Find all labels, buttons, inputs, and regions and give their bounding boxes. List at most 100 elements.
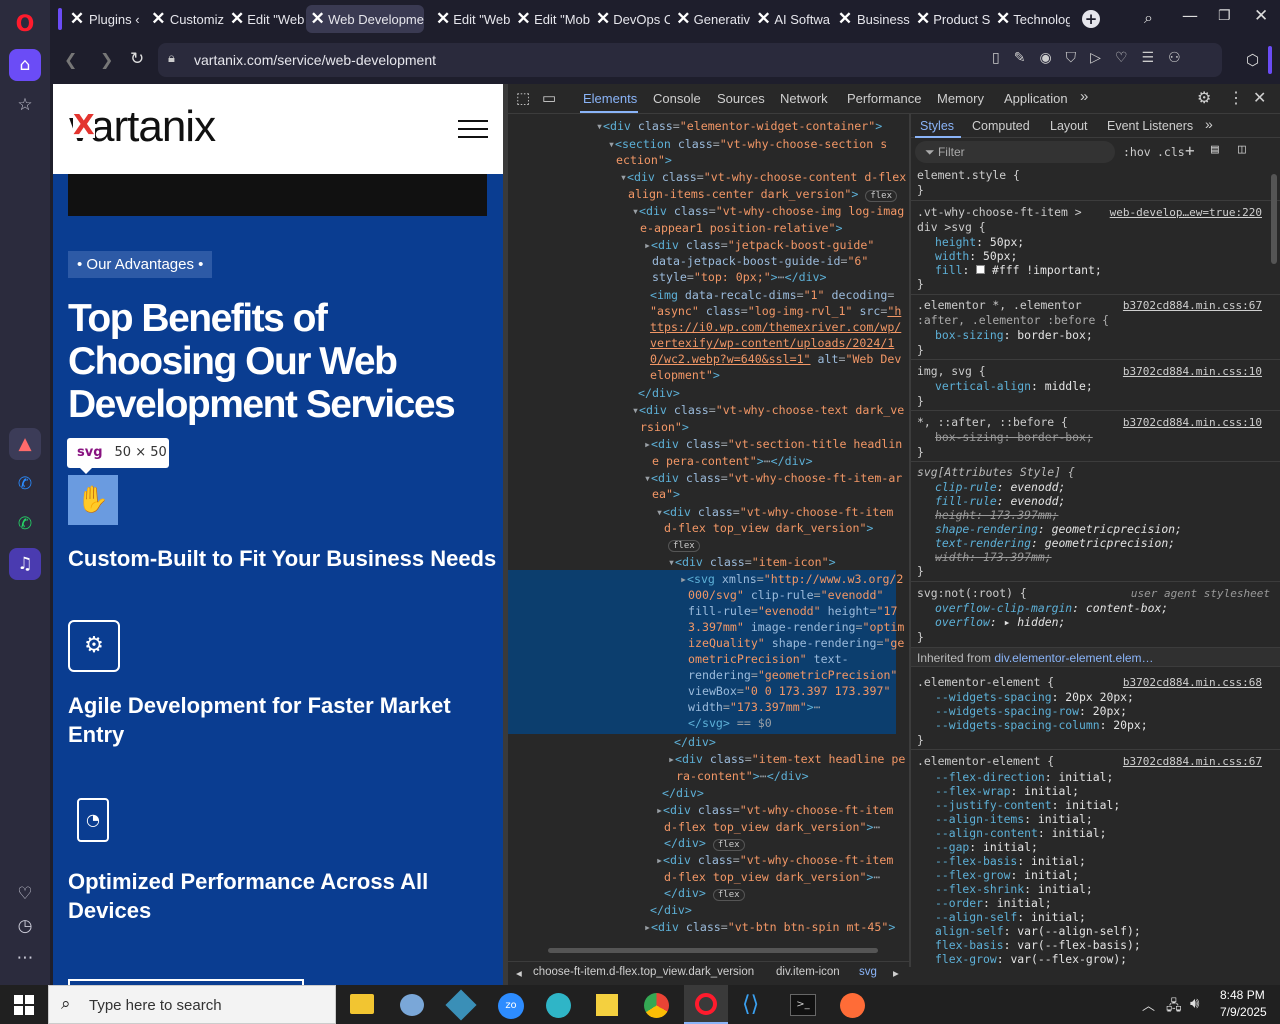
- more-tabs-icon[interactable]: »: [1080, 88, 1088, 105]
- tab-event-listeners[interactable]: Event Listeners: [1107, 119, 1193, 133]
- dom-line[interactable]: 0/wc2.webp?w=640&ssl=1" alt="Web Dev: [650, 351, 901, 367]
- hov-toggle[interactable]: :hov: [1123, 145, 1151, 159]
- dom-line[interactable]: ▾<div class="elementor-widget-container"…: [596, 118, 882, 134]
- player-icon[interactable]: ♫: [9, 548, 41, 580]
- tab-styles[interactable]: Styles: [920, 119, 954, 133]
- dom-line[interactable]: ▾<div class="vt-why-choose-content d-fle…: [620, 169, 906, 185]
- dom-line[interactable]: ▾<div class="vt-why-choose-img log-imag: [632, 203, 904, 219]
- css-source-link[interactable]: b3702cd884.min.css:67: [1123, 755, 1262, 768]
- aria-icon[interactable]: ▲: [9, 428, 41, 460]
- tab-technology[interactable]: ✕ Technolog: [992, 5, 1070, 33]
- sidebar-toggle-icon[interactable]: ◫: [1238, 142, 1246, 157]
- sticky-notes-icon[interactable]: [596, 994, 618, 1016]
- star-icon[interactable]: ☆: [9, 89, 41, 121]
- vscode-icon[interactable]: ⟨⟩: [742, 993, 766, 1017]
- dom-line[interactable]: ttps://i0.wp.com/themexriver.com/wp/: [650, 319, 901, 335]
- css-source-link[interactable]: b3702cd884.min.css:10: [1123, 365, 1262, 378]
- tab-ai-software[interactable]: ✕ AI Softwa: [752, 5, 830, 33]
- tab-layout[interactable]: Layout: [1050, 119, 1088, 133]
- paint-icon[interactable]: [400, 994, 424, 1016]
- tab-edit-mob[interactable]: ✕ Edit "Mob: [512, 5, 590, 33]
- dom-line[interactable]: ▸<div class="vt-why-choose-ft-item: [656, 802, 893, 818]
- profile-icon[interactable]: ⚇: [1168, 50, 1195, 66]
- tab-network[interactable]: Network: [780, 91, 828, 106]
- dom-line[interactable]: ▸<div class="vt-btn btn-spin mt-45">: [644, 919, 895, 935]
- app-icon[interactable]: [445, 989, 477, 1021]
- postman-icon[interactable]: [840, 993, 865, 1018]
- minimize-button[interactable]: —: [1182, 6, 1198, 25]
- tab-product[interactable]: ✕ Product S: [912, 5, 990, 33]
- dom-line[interactable]: ▾<div class="vt-why-choose-ft-item-ar: [644, 470, 902, 486]
- tray-chevron-icon[interactable]: ︿: [1142, 995, 1155, 1014]
- maximize-button[interactable]: ❐: [1218, 8, 1231, 24]
- css-source-link[interactable]: web-develop…ew=true:220: [1110, 206, 1262, 219]
- tab-computed[interactable]: Computed: [972, 119, 1030, 133]
- breadcrumb-right-arrow[interactable]: ▸: [893, 966, 899, 980]
- hamburger-menu-icon[interactable]: [458, 120, 488, 138]
- opera-taskbar-icon[interactable]: [684, 985, 728, 1024]
- tab-business[interactable]: ✕ Business: [832, 5, 910, 33]
- more-style-tabs-icon[interactable]: »: [1205, 116, 1213, 132]
- dom-line[interactable]: ▸<div class="vt-why-choose-ft-item: [656, 852, 893, 868]
- reader-icon[interactable]: ▯: [992, 50, 1014, 66]
- messenger-icon[interactable]: ✆: [9, 468, 41, 500]
- close-window-button[interactable]: ✕: [1254, 6, 1268, 26]
- tab-elements[interactable]: Elements: [583, 91, 637, 106]
- edit-icon[interactable]: ✎: [1014, 50, 1040, 66]
- tab-plugins[interactable]: ✕ Plugins ‹: [64, 5, 144, 33]
- dom-line[interactable]: ▸<div class="vt-section-title headlin: [644, 436, 902, 452]
- volume-icon[interactable]: 🔊︎: [1190, 994, 1199, 1012]
- dom-line[interactable]: ▸<div class="jetpack-boost-guide": [644, 237, 874, 253]
- cls-toggle[interactable]: .cls: [1157, 145, 1185, 159]
- search-tabs-icon[interactable]: ⌕: [1144, 8, 1153, 28]
- chrome-icon[interactable]: [644, 993, 669, 1018]
- styles-scrollbar[interactable]: [1271, 174, 1277, 264]
- more-icon[interactable]: ⋯: [9, 942, 41, 974]
- heart-icon[interactable]: ♡: [1115, 50, 1142, 66]
- tab-edit-web-2[interactable]: ✕ Edit "Web: [432, 5, 510, 33]
- windows-start-icon[interactable]: [14, 995, 34, 1015]
- zoom-icon[interactable]: zo: [498, 993, 524, 1019]
- reload-icon[interactable]: ↻: [130, 49, 144, 69]
- dom-line[interactable]: ▾<div class="item-icon">: [668, 554, 836, 570]
- whatsapp-icon[interactable]: ✆: [9, 508, 41, 540]
- breadcrumb-item[interactable]: div.item-icon: [776, 966, 840, 978]
- new-rule-icon[interactable]: +: [1185, 141, 1195, 160]
- tab-performance[interactable]: Performance: [847, 91, 921, 106]
- taskbar-search[interactable]: ⌕ Type here to search: [48, 985, 336, 1024]
- play-icon[interactable]: ▷: [1090, 50, 1115, 66]
- dom-line[interactable]: <img data-recalc-dims="1" decoding=: [650, 287, 894, 303]
- filter-input[interactable]: ⏷ Filter: [915, 141, 1115, 163]
- tab-sources[interactable]: Sources: [717, 91, 765, 106]
- history-icon[interactable]: ◷: [9, 910, 41, 942]
- inspect-icon[interactable]: ⬚: [516, 89, 530, 107]
- dom-line[interactable]: ▸<svg xmlns="http://www.w3.org/2: [680, 571, 903, 587]
- css-source-link[interactable]: b3702cd884.min.css:68: [1123, 676, 1262, 689]
- css-source-link[interactable]: b3702cd884.min.css:67: [1123, 299, 1262, 312]
- network-icon[interactable]: 🖧︎: [1166, 995, 1182, 1019]
- tab-memory[interactable]: Memory: [937, 91, 984, 106]
- camera-icon[interactable]: ◉: [1039, 50, 1065, 66]
- extensions-icon[interactable]: ⬡: [1246, 51, 1259, 69]
- dom-line[interactable]: vertexify/wp-content/uploads/2024/1: [650, 335, 894, 351]
- device-toggle-icon[interactable]: ▭: [542, 89, 556, 107]
- file-explorer-icon[interactable]: [350, 994, 374, 1014]
- tab-console[interactable]: Console: [653, 91, 701, 106]
- clock-time[interactable]: 8:48 PM: [1220, 988, 1265, 1002]
- kebab-menu-icon[interactable]: ⋮: [1228, 88, 1244, 108]
- close-devtools-icon[interactable]: ✕: [1253, 88, 1266, 108]
- dom-line[interactable]: ▸<div class="item-text headline pe: [668, 751, 905, 767]
- forward-icon[interactable]: ❯: [100, 50, 113, 69]
- breadcrumb-left-arrow[interactable]: ◂: [516, 966, 522, 980]
- url-field[interactable]: 🔒︎ vartanix.com/service/web-development …: [158, 43, 1222, 77]
- back-icon[interactable]: ❮: [64, 50, 77, 69]
- element-state-icon[interactable]: ▤: [1211, 142, 1219, 157]
- menu-icon[interactable]: ☰: [1142, 50, 1169, 66]
- opera-logo-icon[interactable]: O: [9, 8, 41, 40]
- home-icon[interactable]: ⌂: [9, 49, 41, 81]
- dom-line[interactable]: ▾<div class="vt-why-choose-ft-item: [656, 504, 893, 520]
- settings-gear-icon[interactable]: ⚙: [1197, 88, 1211, 108]
- edge-icon[interactable]: [546, 993, 571, 1018]
- breadcrumb-item-active[interactable]: svg: [859, 966, 877, 978]
- tab-edit-web-1[interactable]: ✕ Edit "Web: [226, 5, 304, 33]
